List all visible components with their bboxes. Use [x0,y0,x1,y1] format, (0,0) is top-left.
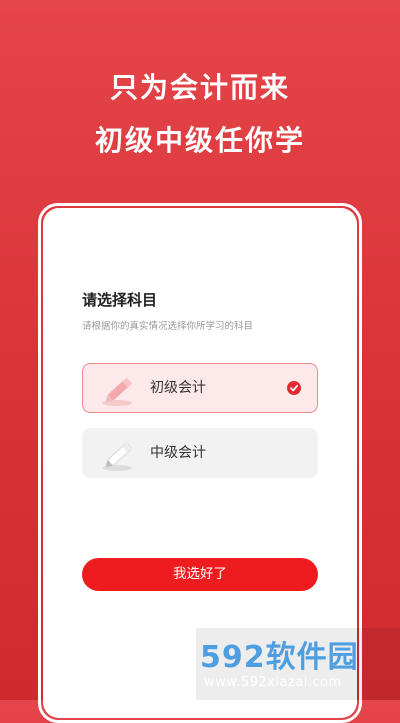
pencil-icon [99,370,139,408]
confirm-button[interactable]: 我选好了 [82,558,318,591]
subject-option-label: 初级会计 [150,380,206,396]
watermark-brand: 592软件园 [200,640,359,675]
subject-option-primary[interactable]: 初级会计 [82,363,318,413]
subject-option-intermediate[interactable]: 中级会计 [82,428,318,478]
check-icon [287,381,301,395]
page-subtitle: 请根据你的真实情况选择你所学习的科目 [82,321,254,332]
subject-option-label: 中级会计 [150,445,206,461]
pencil-icon [99,435,139,473]
watermark-url: www.592xiazai.com [204,675,342,690]
page-title: 请选择科目 [82,291,158,309]
promo-subheadline: 初级中级任你学 [94,124,305,157]
promo-headline: 只为会计而来 [109,71,290,104]
